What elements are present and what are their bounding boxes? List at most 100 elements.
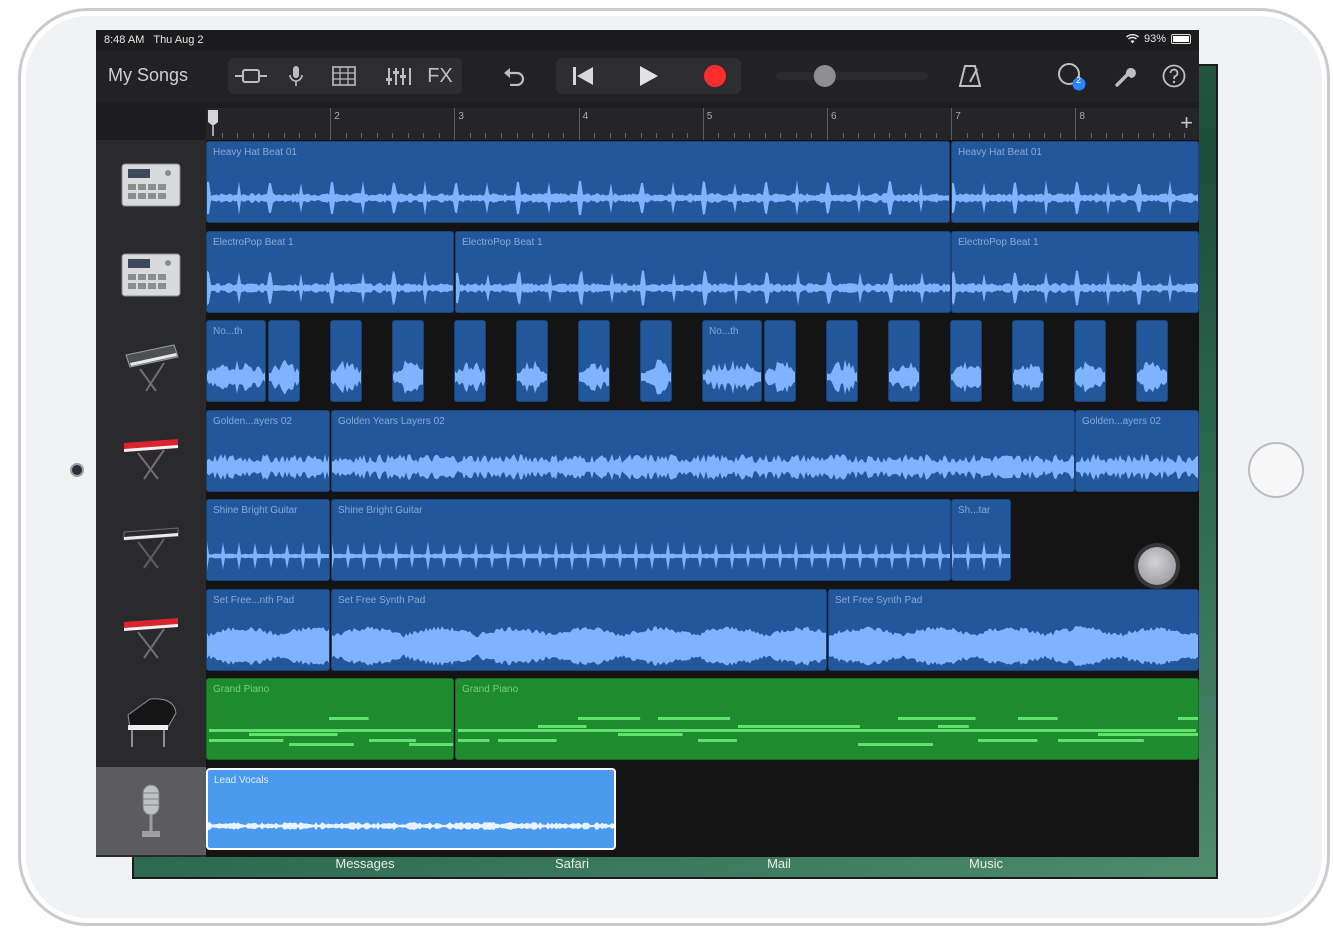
- audio-region[interactable]: [578, 320, 610, 402]
- audio-region[interactable]: Set Free Synth Pad: [828, 588, 1199, 671]
- audio-region[interactable]: Golden Years Layers 02: [331, 409, 1075, 492]
- home-button[interactable]: [1248, 442, 1304, 498]
- region-name: Golden...ayers 02: [213, 415, 292, 427]
- dock-app-messages[interactable]: Messages: [335, 856, 394, 871]
- waveform: [579, 363, 609, 391]
- waveform: [1137, 361, 1167, 393]
- midi-note: [498, 739, 557, 742]
- midi-note: [618, 733, 683, 736]
- tracks-view-button[interactable]: [322, 58, 366, 94]
- ruler-tick: [361, 133, 363, 138]
- undo-button[interactable]: [496, 58, 532, 94]
- microphone-button[interactable]: [276, 58, 316, 94]
- ruler-tick: [1090, 133, 1092, 138]
- track-header[interactable]: [96, 766, 206, 855]
- audio-region[interactable]: Lead Vocals: [206, 767, 616, 850]
- audio-region[interactable]: [640, 320, 672, 402]
- play-button[interactable]: [624, 58, 674, 94]
- audio-region[interactable]: [330, 320, 362, 402]
- region-name: Set Free...nth Pad: [213, 594, 295, 606]
- mixer-button[interactable]: [376, 58, 420, 94]
- front-camera: [70, 463, 84, 477]
- timeline-ruler[interactable]: + 2 3 4 5 6 7 8: [206, 108, 1199, 140]
- dock-app-music[interactable]: Music: [969, 856, 1003, 871]
- audio-region[interactable]: [888, 320, 920, 402]
- track-header[interactable]: [96, 677, 206, 766]
- audio-region[interactable]: [764, 320, 796, 402]
- track-header[interactable]: [96, 498, 206, 587]
- audio-region[interactable]: ElectroPop Beat 1: [206, 230, 454, 313]
- tempo-slider[interactable]: [772, 58, 932, 94]
- track-header[interactable]: [96, 140, 206, 229]
- black-keyboard-icon: [123, 527, 179, 569]
- audio-region[interactable]: [826, 320, 858, 402]
- region-name: Shine Bright Guitar: [213, 505, 298, 516]
- playhead-icon[interactable]: [206, 108, 220, 136]
- bar-number: 6: [831, 111, 837, 122]
- audio-region[interactable]: Shine Bright Guitar: [206, 499, 330, 581]
- audio-region[interactable]: No...th: [206, 320, 266, 402]
- fx-button[interactable]: FX: [422, 58, 458, 94]
- waveform: [827, 359, 857, 395]
- midi-region[interactable]: Grand Piano: [206, 678, 454, 760]
- midi-note: [778, 725, 814, 728]
- midi-note: [898, 717, 976, 720]
- audio-region[interactable]: [1136, 320, 1168, 402]
- audio-region[interactable]: [268, 320, 300, 402]
- go-to-beginning-button[interactable]: [558, 58, 608, 94]
- audio-region[interactable]: Heavy Hat Beat 01: [206, 141, 950, 223]
- audio-region[interactable]: ElectroPop Beat 1: [455, 230, 951, 313]
- waveform-display: [765, 361, 795, 393]
- audio-region[interactable]: Golden...ayers 02: [206, 409, 330, 492]
- waveform: [332, 453, 1074, 480]
- scroll-thumb[interactable]: [1138, 547, 1176, 585]
- status-time-date: 8:48 AM Thu Aug 2: [104, 34, 204, 46]
- audio-region[interactable]: [454, 320, 486, 402]
- audio-region[interactable]: Shine Bright Guitar: [331, 499, 951, 581]
- loop-browser-button[interactable]: 2: [1052, 58, 1092, 94]
- track-headers: [96, 140, 206, 857]
- ruler-tick: [749, 133, 751, 138]
- waveform-display: [207, 626, 329, 665]
- ruler-tick: [920, 133, 922, 138]
- help-button[interactable]: [1156, 58, 1192, 94]
- track-header[interactable]: [96, 588, 206, 677]
- audio-region[interactable]: [1074, 320, 1106, 402]
- metronome-button[interactable]: [952, 58, 988, 94]
- audio-region[interactable]: Sh...tar: [951, 499, 1011, 581]
- ruler-tick: [221, 133, 223, 138]
- microphone-icon: [142, 784, 160, 837]
- waveform: [208, 821, 614, 830]
- record-button[interactable]: [690, 58, 740, 94]
- audio-region[interactable]: No...th: [702, 320, 762, 402]
- waveform: [889, 362, 919, 392]
- settings-button[interactable]: [1108, 58, 1144, 94]
- ruler-tick: [268, 133, 270, 138]
- dock-app-mail[interactable]: Mail: [767, 856, 791, 871]
- audio-region[interactable]: [516, 320, 548, 402]
- waveform-display: [393, 360, 423, 394]
- audio-region[interactable]: [1012, 320, 1044, 402]
- audio-region[interactable]: [392, 320, 424, 402]
- audio-region[interactable]: ElectroPop Beat 1: [951, 230, 1199, 313]
- ruler-tick: [1044, 133, 1046, 138]
- track-header[interactable]: [96, 319, 206, 408]
- track-header[interactable]: [96, 409, 206, 498]
- tempo-slider-track: [776, 65, 928, 87]
- instrument-view-button[interactable]: [230, 58, 272, 94]
- add-section-button[interactable]: +: [1180, 110, 1193, 136]
- track-header[interactable]: [96, 230, 206, 319]
- audio-region[interactable]: Set Free...nth Pad: [206, 588, 330, 671]
- ruler-tick: [625, 133, 627, 138]
- audio-region[interactable]: Heavy Hat Beat 01: [951, 141, 1199, 223]
- audio-region[interactable]: Golden...ayers 02: [1075, 409, 1199, 492]
- audio-region[interactable]: Set Free Synth Pad: [331, 588, 827, 671]
- waveform-display: [889, 362, 919, 392]
- my-songs-button[interactable]: My Songs: [108, 65, 188, 86]
- region-name: Golden...ayers 02: [1082, 415, 1161, 427]
- dock-app-safari[interactable]: Safari: [555, 856, 589, 871]
- waveform-display: [1013, 363, 1043, 391]
- midi-region[interactable]: Grand Piano: [455, 678, 1199, 760]
- audio-region[interactable]: [950, 320, 982, 402]
- waveform-display: [207, 180, 949, 216]
